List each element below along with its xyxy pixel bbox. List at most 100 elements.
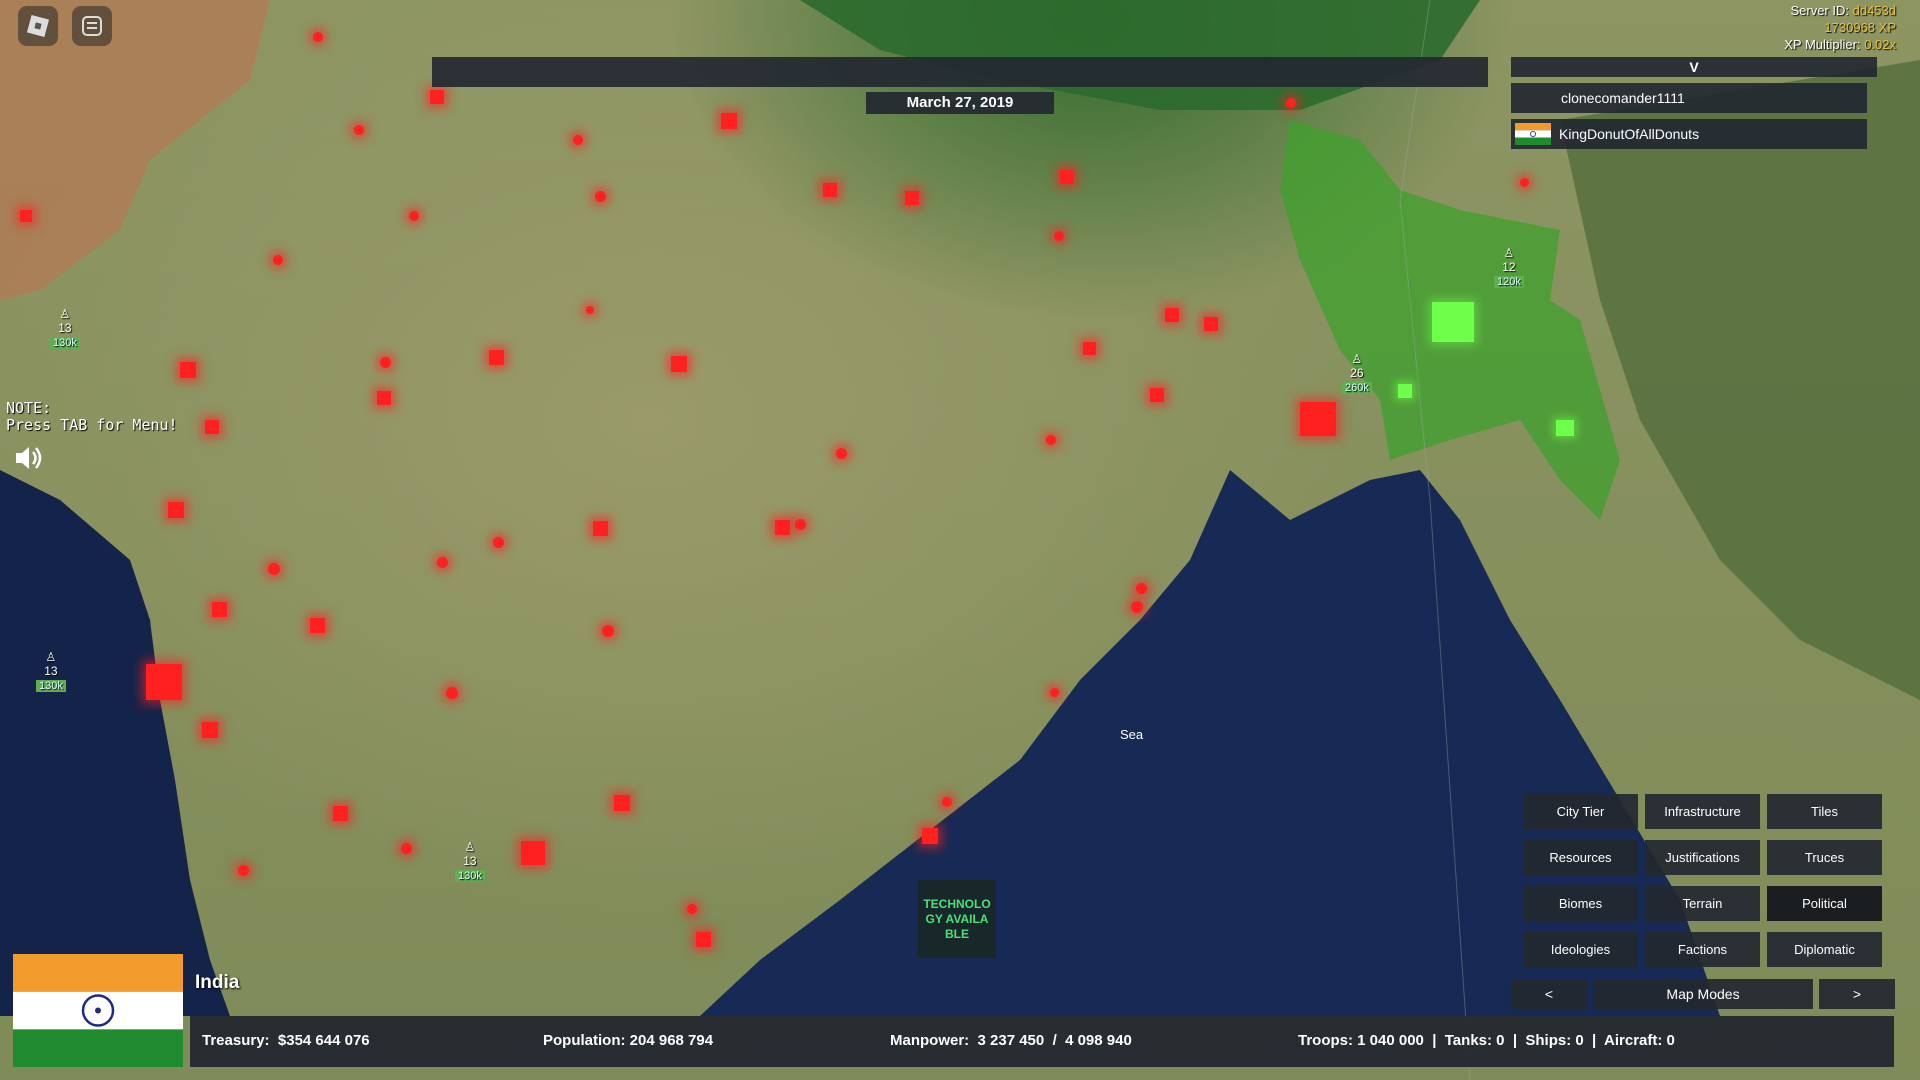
soldier-icon: ♙: [59, 307, 71, 321]
army-unit[interactable]: ♙ 12 120k: [1494, 246, 1524, 288]
city-marker[interactable]: [354, 125, 364, 135]
army-unit[interactable]: ♙ 13 130k: [50, 307, 80, 349]
city-marker[interactable]: [795, 519, 806, 530]
city-marker[interactable]: [595, 191, 606, 202]
city-marker[interactable]: [401, 843, 412, 854]
military-summary: Troops: 1 040 000 | Tanks: 0 | Ships: 0 …: [1298, 1032, 1675, 1049]
map-mode-ideologies[interactable]: Ideologies: [1523, 932, 1638, 967]
city-marker[interactable]: [942, 797, 952, 807]
city-marker[interactable]: [1556, 420, 1574, 436]
city-marker[interactable]: [205, 420, 219, 434]
city-marker[interactable]: [273, 255, 283, 265]
unit-count: 26: [1350, 366, 1364, 380]
map-mode-title: Map Modes: [1593, 979, 1813, 1009]
map-mode-prev-button[interactable]: <: [1511, 979, 1587, 1009]
city-marker[interactable]: [1165, 308, 1179, 322]
country-flag-icon[interactable]: [13, 954, 183, 1067]
army-unit[interactable]: ♙ 26 260k: [1342, 352, 1372, 394]
city-marker[interactable]: [1150, 388, 1164, 402]
chat-menu-icon[interactable]: [72, 6, 112, 46]
city-marker[interactable]: [437, 557, 448, 568]
city-marker[interactable]: [905, 191, 919, 205]
map-mode-factions[interactable]: Factions: [1645, 932, 1760, 967]
player-row[interactable]: clonecomander1111: [1511, 83, 1867, 113]
city-marker[interactable]: [593, 521, 608, 536]
map-mode-city-tier[interactable]: City Tier: [1523, 794, 1638, 829]
map-mode-political[interactable]: Political: [1767, 886, 1882, 921]
player-list: V clonecomander1111 KingDonutOfAllDonuts: [1511, 57, 1877, 149]
city-marker[interactable]: [212, 602, 227, 617]
city-marker[interactable]: [1432, 302, 1474, 342]
city-marker[interactable]: [586, 306, 594, 314]
map-mode-diplomatic[interactable]: Diplomatic: [1767, 932, 1882, 967]
city-marker[interactable]: [489, 350, 504, 365]
city-marker[interactable]: [1046, 435, 1056, 445]
manpower-value: 3 237 450 / 4 098 940: [977, 1032, 1132, 1049]
city-marker[interactable]: [409, 211, 419, 221]
city-marker[interactable]: [823, 183, 837, 197]
city-marker[interactable]: [836, 448, 847, 459]
city-marker[interactable]: [671, 356, 687, 372]
city-marker[interactable]: [430, 90, 444, 104]
city-marker[interactable]: [268, 563, 280, 575]
army-unit[interactable]: ♙ 13 130k: [455, 840, 485, 882]
city-marker[interactable]: [521, 841, 545, 865]
map-mode-next-button[interactable]: >: [1819, 979, 1895, 1009]
city-marker[interactable]: [1050, 688, 1059, 697]
city-marker[interactable]: [602, 625, 614, 637]
city-marker[interactable]: [313, 32, 323, 42]
map-mode-terrain[interactable]: Terrain: [1645, 886, 1760, 921]
city-marker[interactable]: [446, 687, 458, 699]
city-marker[interactable]: [1083, 342, 1096, 355]
city-marker[interactable]: [1398, 384, 1412, 398]
map-mode-infrastructure[interactable]: Infrastructure: [1645, 794, 1760, 829]
city-marker[interactable]: [922, 828, 938, 844]
player-list-toggle[interactable]: V: [1511, 57, 1877, 77]
map-mode-tiles[interactable]: Tiles: [1767, 794, 1882, 829]
map-mode-biomes[interactable]: Biomes: [1523, 886, 1638, 921]
sea-label: Sea: [1120, 727, 1144, 742]
city-marker[interactable]: [696, 932, 711, 947]
city-marker[interactable]: [721, 113, 737, 129]
city-marker[interactable]: [238, 865, 249, 876]
population-label: Population:: [543, 1032, 626, 1049]
city-marker[interactable]: [775, 520, 790, 535]
city-marker[interactable]: [1136, 583, 1147, 594]
map-mode-grid: City Tier Infrastructure Tiles Resources…: [1523, 794, 1885, 967]
city-marker[interactable]: [614, 795, 630, 811]
city-marker[interactable]: [687, 904, 697, 914]
city-marker[interactable]: [1060, 170, 1074, 184]
soldier-icon: ♙: [1351, 352, 1363, 366]
city-marker[interactable]: [1131, 601, 1143, 613]
india-flag-icon: [1515, 123, 1551, 145]
map-mode-truces[interactable]: Truces: [1767, 840, 1882, 875]
unit-count: 13: [44, 664, 58, 678]
map-mode-resources[interactable]: Resources: [1523, 840, 1638, 875]
city-marker[interactable]: [1520, 178, 1529, 187]
map-mode-justifications[interactable]: Justifications: [1645, 840, 1760, 875]
player-row[interactable]: KingDonutOfAllDonuts: [1511, 119, 1867, 149]
city-marker[interactable]: [202, 722, 218, 738]
city-marker[interactable]: [180, 362, 196, 378]
city-marker[interactable]: [20, 210, 32, 222]
city-marker[interactable]: [310, 618, 325, 633]
city-marker[interactable]: [146, 664, 182, 700]
xp-value: 1730968 XP: [1824, 20, 1896, 35]
treasury-value: $354 644 076: [277, 1032, 370, 1049]
city-marker[interactable]: [333, 806, 348, 821]
city-marker[interactable]: [573, 135, 583, 145]
city-marker[interactable]: [1204, 317, 1218, 331]
city-marker[interactable]: [1054, 231, 1064, 241]
game-date: March 27, 2019: [866, 92, 1054, 114]
unit-count: 13: [463, 854, 477, 868]
army-unit[interactable]: ♙ 13 130k: [36, 650, 66, 692]
city-marker[interactable]: [377, 391, 391, 405]
roblox-logo-icon[interactable]: [18, 6, 58, 46]
city-marker[interactable]: [168, 502, 184, 518]
city-marker[interactable]: [493, 537, 504, 548]
city-marker[interactable]: [1286, 98, 1296, 108]
speaker-icon[interactable]: [14, 444, 46, 477]
city-marker[interactable]: [1300, 402, 1336, 436]
city-marker[interactable]: [380, 357, 391, 368]
technology-available-button[interactable]: TECHNOLOGY AVAILABLE: [918, 880, 996, 958]
